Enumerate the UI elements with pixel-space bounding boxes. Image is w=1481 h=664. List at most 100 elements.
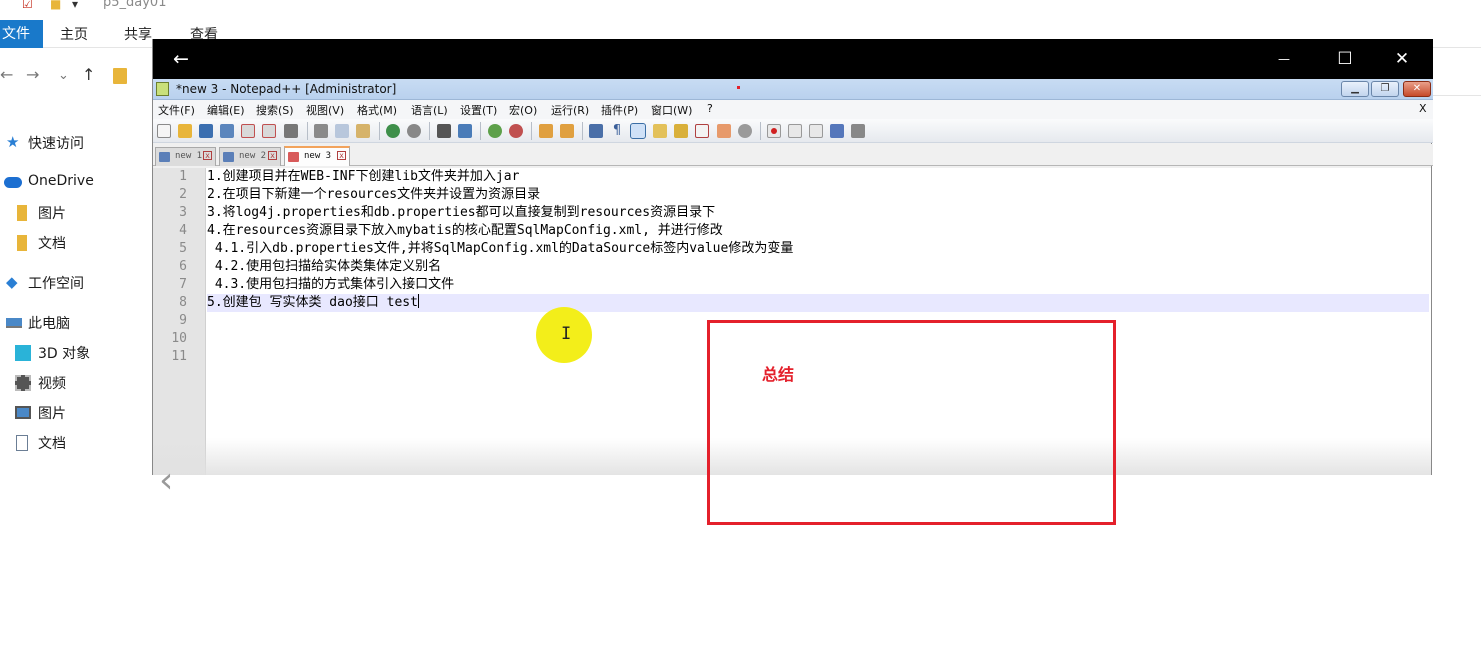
menu-language[interactable]: 语言(L) (411, 102, 448, 118)
close-all-icon[interactable] (262, 124, 276, 138)
save-macro-icon[interactable] (851, 124, 865, 138)
network-icon: ◆ (6, 273, 18, 291)
ribbon-tab-home[interactable]: 主页 (60, 20, 88, 48)
toolbar-separator (582, 122, 583, 140)
menu-help[interactable]: ? (707, 102, 713, 115)
nav-label: 3D 对象 (38, 346, 91, 362)
redo-icon[interactable] (407, 124, 421, 138)
code-line: 4.2.使用包扫描给实体类集体定义别名 (207, 259, 442, 274)
nav-label: 工作空间 (28, 276, 84, 292)
recent-locations-icon[interactable]: ⌄ (58, 68, 69, 83)
language-define-icon[interactable] (653, 124, 667, 138)
tab-close-icon[interactable]: x (203, 151, 212, 160)
doc-map-icon[interactable] (674, 124, 688, 138)
stop-macro-icon[interactable] (788, 124, 802, 138)
tab-close-icon[interactable]: x (268, 151, 277, 160)
new-file-icon[interactable] (157, 124, 171, 138)
open-file-icon[interactable] (178, 124, 192, 138)
address-folder-icon (113, 68, 127, 84)
toolbar-separator (760, 122, 761, 140)
zoom-out-icon[interactable] (509, 124, 523, 138)
back-button[interactable]: ← (169, 47, 193, 71)
line-number: 8 (179, 295, 187, 310)
close-file-icon[interactable] (241, 124, 255, 138)
new-folder-icon[interactable]: ■ (50, 0, 61, 11)
cloud-icon (4, 177, 22, 188)
save-all-icon[interactable] (220, 124, 234, 138)
star-icon: ★ (6, 133, 20, 151)
menu-search[interactable]: 搜索(S) (256, 102, 294, 118)
menu-file[interactable]: 文件(F) (158, 102, 195, 118)
window-chrome-bar: ← — ☐ ✕ (153, 39, 1433, 79)
up-arrow-icon[interactable]: ↑ (82, 65, 95, 84)
function-list-icon[interactable] (695, 124, 709, 138)
menu-edit[interactable]: 编辑(E) (207, 102, 245, 118)
menu-plugins[interactable]: 插件(P) (601, 102, 638, 118)
menu-view[interactable]: 视图(V) (306, 102, 344, 118)
tab-label: new 2 (239, 151, 267, 161)
undo-icon[interactable] (386, 124, 400, 138)
play-macro-icon[interactable] (809, 124, 823, 138)
document-tab-bar: new 1 x new 2 x new 3 x (153, 144, 1433, 166)
npp-minimize-button[interactable]: ▁ (1341, 81, 1369, 97)
find-icon[interactable] (437, 124, 451, 138)
monitoring-icon[interactable] (738, 124, 752, 138)
indent-guide-icon[interactable] (630, 123, 646, 139)
word-wrap-icon[interactable] (589, 124, 603, 138)
line-number-gutter: 1 2 3 4 5 6 7 8 9 10 11 (153, 168, 206, 475)
properties-icon[interactable]: ☑ (22, 0, 33, 11)
tab-close-icon[interactable]: x (337, 151, 346, 160)
maximize-button[interactable]: ☐ (1333, 47, 1357, 71)
tab-new-3[interactable]: new 3 x (284, 146, 350, 166)
sync-horizontal-icon[interactable] (560, 124, 574, 138)
explorer-title-bar: ☑ ■ ▾ p5_day01 (0, 0, 1481, 18)
npp-window-title: *new 3 - Notepad++ [Administrator] (176, 82, 397, 96)
line-number: 9 (179, 313, 187, 328)
close-button[interactable]: ✕ (1390, 47, 1414, 71)
tab-new-2[interactable]: new 2 x (219, 147, 281, 166)
cube-icon (15, 345, 31, 361)
menu-window[interactable]: 窗口(W) (651, 102, 692, 118)
annotation-dot (737, 86, 740, 89)
cut-icon[interactable] (314, 124, 328, 138)
code-line: 1.创建项目并在WEB-INF下创建lib文件夹并加入jar (207, 169, 520, 184)
quick-access-dropdown-icon[interactable]: ▾ (72, 0, 78, 11)
tab-new-1[interactable]: new 1 x (155, 147, 216, 166)
copy-icon[interactable] (335, 124, 349, 138)
navigation-pane: ★ 快速访问 OneDrive 图片 文档 ◆ 工作空间 此电脑 3D 对象 视… (0, 125, 152, 475)
folder-icon (17, 235, 27, 251)
menu-macro[interactable]: 宏(O) (509, 102, 537, 118)
menu-settings[interactable]: 设置(T) (460, 102, 497, 118)
npp-menu-bar: 文件(F) 编辑(E) 搜索(S) 视图(V) 格式(M) 语言(L) 设置(T… (153, 100, 1433, 119)
folder-as-workspace-icon[interactable] (717, 124, 731, 138)
folder-icon (17, 205, 27, 221)
ribbon-tab-share[interactable]: 共享 (124, 20, 152, 48)
forward-arrow-icon[interactable]: → (26, 65, 39, 84)
run-macro-multiple-icon[interactable] (830, 124, 844, 138)
save-icon[interactable] (199, 124, 213, 138)
menu-run[interactable]: 运行(R) (551, 102, 589, 118)
menu-format[interactable]: 格式(M) (357, 102, 397, 118)
replace-icon[interactable] (458, 124, 472, 138)
current-line: 5.创建包 写实体类 dao接口 test (207, 294, 1429, 312)
ribbon-tab-file[interactable]: 文件 (0, 20, 43, 48)
show-all-characters-icon[interactable]: ¶ (610, 124, 624, 138)
back-arrow-icon[interactable]: ← (0, 65, 13, 84)
file-modified-icon (288, 152, 299, 162)
explorer-divider (1431, 95, 1481, 96)
line-number: 7 (179, 277, 187, 292)
summary-annotation-box: 总结 (707, 320, 1116, 525)
code-line: 4.1.引入db.properties文件,并将SqlMapConfig.xml… (207, 241, 794, 256)
record-macro-icon[interactable] (767, 124, 781, 138)
sync-vertical-icon[interactable] (539, 124, 553, 138)
npp-close-button[interactable]: ✕ (1403, 81, 1431, 97)
zoom-in-icon[interactable] (488, 124, 502, 138)
chevron-left-icon[interactable]: ‹ (159, 460, 173, 501)
paste-icon[interactable] (356, 124, 370, 138)
print-icon[interactable] (284, 124, 298, 138)
npp-restore-button[interactable]: ❐ (1371, 81, 1399, 97)
menu-close-document[interactable]: X (1419, 102, 1427, 115)
text-caret (417, 294, 419, 308)
line-number: 2 (179, 187, 187, 202)
minimize-button[interactable]: — (1272, 47, 1296, 71)
